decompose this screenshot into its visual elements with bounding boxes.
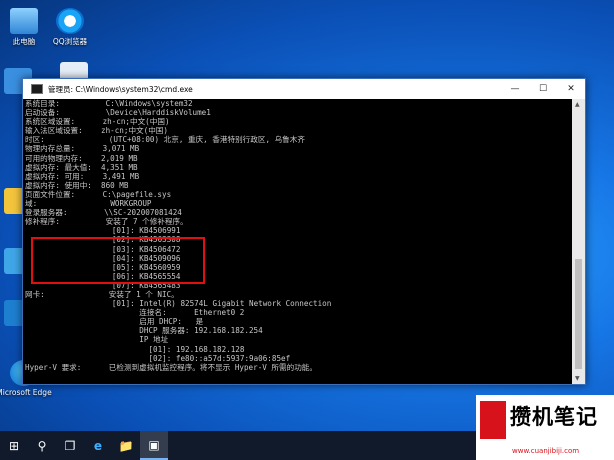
task-view-button[interactable]: ❐: [56, 431, 84, 460]
watermark: 攒机笔记 www.cuanjibiji.com: [476, 395, 614, 460]
scroll-down-icon[interactable]: ▼: [575, 375, 580, 382]
desktop-icon-label: Microsoft Edge: [0, 388, 52, 397]
console-line: 虚拟内存: 可用: 3,491 MB: [25, 171, 140, 181]
console-line: 启用 DHCP: 是: [25, 317, 204, 327]
console-line: [01]: 192.168.182.128: [25, 344, 245, 354]
console-line: 域: WORKGROUP: [25, 199, 152, 209]
scrollbar-thumb[interactable]: [575, 259, 582, 369]
maximize-button[interactable]: ☐: [529, 84, 557, 94]
desktop-icon-label: QQ浏览器: [52, 37, 88, 46]
window-title: 管理员: C:\Windows\system32\cmd.exe: [48, 84, 193, 94]
qq-browser-icon: [56, 8, 84, 34]
computer-icon: [10, 8, 38, 34]
console-line: IP 地址: [25, 335, 169, 345]
console-line: 输入法区域设置: zh-cn;中文(中国): [25, 126, 168, 136]
minimize-button[interactable]: —: [501, 84, 529, 94]
search-button[interactable]: ⚲: [28, 431, 56, 460]
taskbar-cmd-icon[interactable]: ▣: [140, 431, 168, 460]
title-bar[interactable]: 管理员: C:\Windows\system32\cmd.exe — ☐ ✕: [23, 79, 585, 99]
cmd-icon: [31, 84, 43, 94]
console-line: 物理内存总量: 3,071 MB: [25, 144, 140, 154]
cmd-window[interactable]: 管理员: C:\Windows\system32\cmd.exe — ☐ ✕ 系…: [22, 78, 586, 385]
console-line: 网卡: 安装了 1 个 NIC。: [25, 289, 179, 299]
console-line: [01]: KB4506991: [25, 226, 181, 236]
console-line: [01]: Intel(R) 82574L Gigabit Network Co…: [25, 299, 332, 309]
console-line: 系统目录: C:\Windows\system32: [25, 99, 193, 108]
watermark-url: www.cuanjibiji.com: [512, 447, 580, 455]
desktop-icon-qq-browser[interactable]: QQ浏览器: [42, 8, 98, 47]
console-line: 系统区域设置: zh-cn;中文(中国): [25, 117, 170, 127]
console-line: [02]: fe80::a57d:5937:9a06:85ef: [25, 353, 291, 363]
console-line: 连接名: Ethernet0 2: [25, 308, 245, 318]
console-line: 可用的物理内存: 2,019 MB: [25, 153, 138, 163]
console-line: 启动设备: \Device\HarddiskVolume1: [25, 108, 211, 118]
taskbar-explorer-icon[interactable]: 📁: [112, 431, 140, 460]
scroll-up-icon[interactable]: ▲: [575, 101, 580, 108]
console-line: 登录服务器: \\SC-202007081424: [25, 208, 182, 218]
vertical-scrollbar[interactable]: ▲ ▼: [572, 99, 585, 384]
console-line: 虚拟内存: 最大值: 4,351 MB: [25, 162, 138, 172]
close-button[interactable]: ✕: [557, 84, 585, 94]
watermark-text: 攒机笔记: [510, 405, 598, 429]
console-line: Hyper-V 要求: 已检测到虚拟机监控程序。将不显示 Hyper-V 所需的…: [25, 362, 317, 372]
console-line: 虚拟内存: 使用中: 860 MB: [25, 180, 129, 190]
virtual-memory-highlight: [31, 237, 205, 284]
console-line: 修补程序: 安装了 7 个修补程序。: [25, 217, 188, 227]
watermark-logo-icon: [480, 401, 506, 439]
console-line: 页面文件位置: C:\pagefile.sys: [25, 189, 172, 199]
taskbar-edge-icon[interactable]: e: [84, 431, 112, 460]
start-button[interactable]: ⊞: [0, 431, 28, 460]
